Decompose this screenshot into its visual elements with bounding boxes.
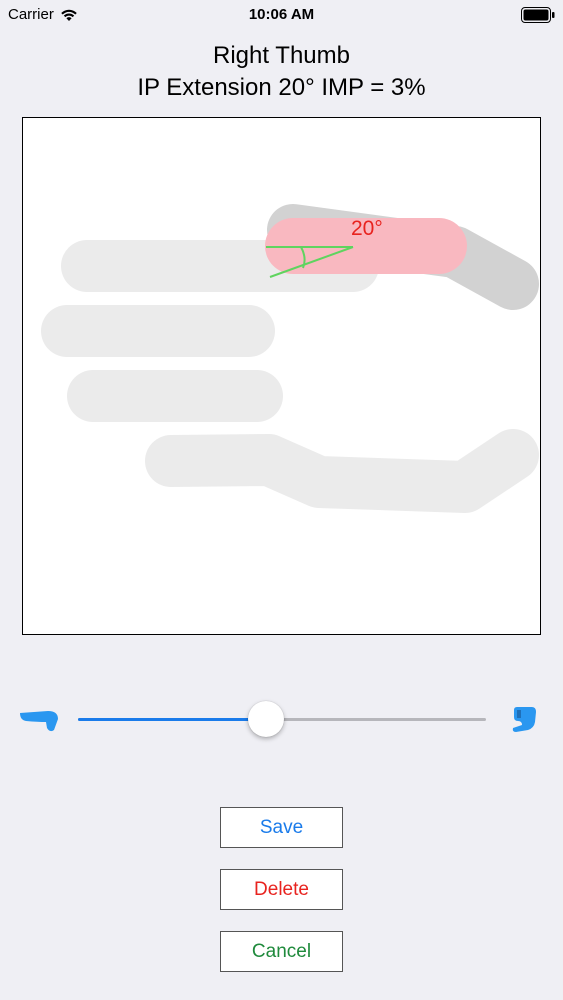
little-finger-palm <box>145 429 539 513</box>
delete-button[interactable]: Delete <box>220 869 343 910</box>
slider-thumb[interactable] <box>247 701 284 737</box>
title-digit: Right Thumb <box>213 42 350 69</box>
thumb-extended-icon[interactable] <box>18 706 62 732</box>
slider-fill <box>78 718 266 721</box>
save-button[interactable]: Save <box>220 807 343 848</box>
clock: 10:06 AM <box>248 6 315 23</box>
thumb-flexed-icon[interactable] <box>508 704 538 734</box>
page-title: Right Thumb IP Extension 20° IMP = 3% <box>0 40 563 104</box>
angle-label: 20° <box>351 217 383 240</box>
battery-icon <box>521 7 555 23</box>
flexion-slider-row <box>0 690 563 750</box>
status-bar: Carrier 10:06 AM <box>0 0 563 30</box>
cancel-button[interactable]: Cancel <box>220 931 343 972</box>
hand-diagram[interactable]: 20° <box>22 117 541 635</box>
hand-drawing: 20° <box>41 204 539 513</box>
title-measurement: IP Extension 20° IMP = 3% <box>137 74 426 101</box>
